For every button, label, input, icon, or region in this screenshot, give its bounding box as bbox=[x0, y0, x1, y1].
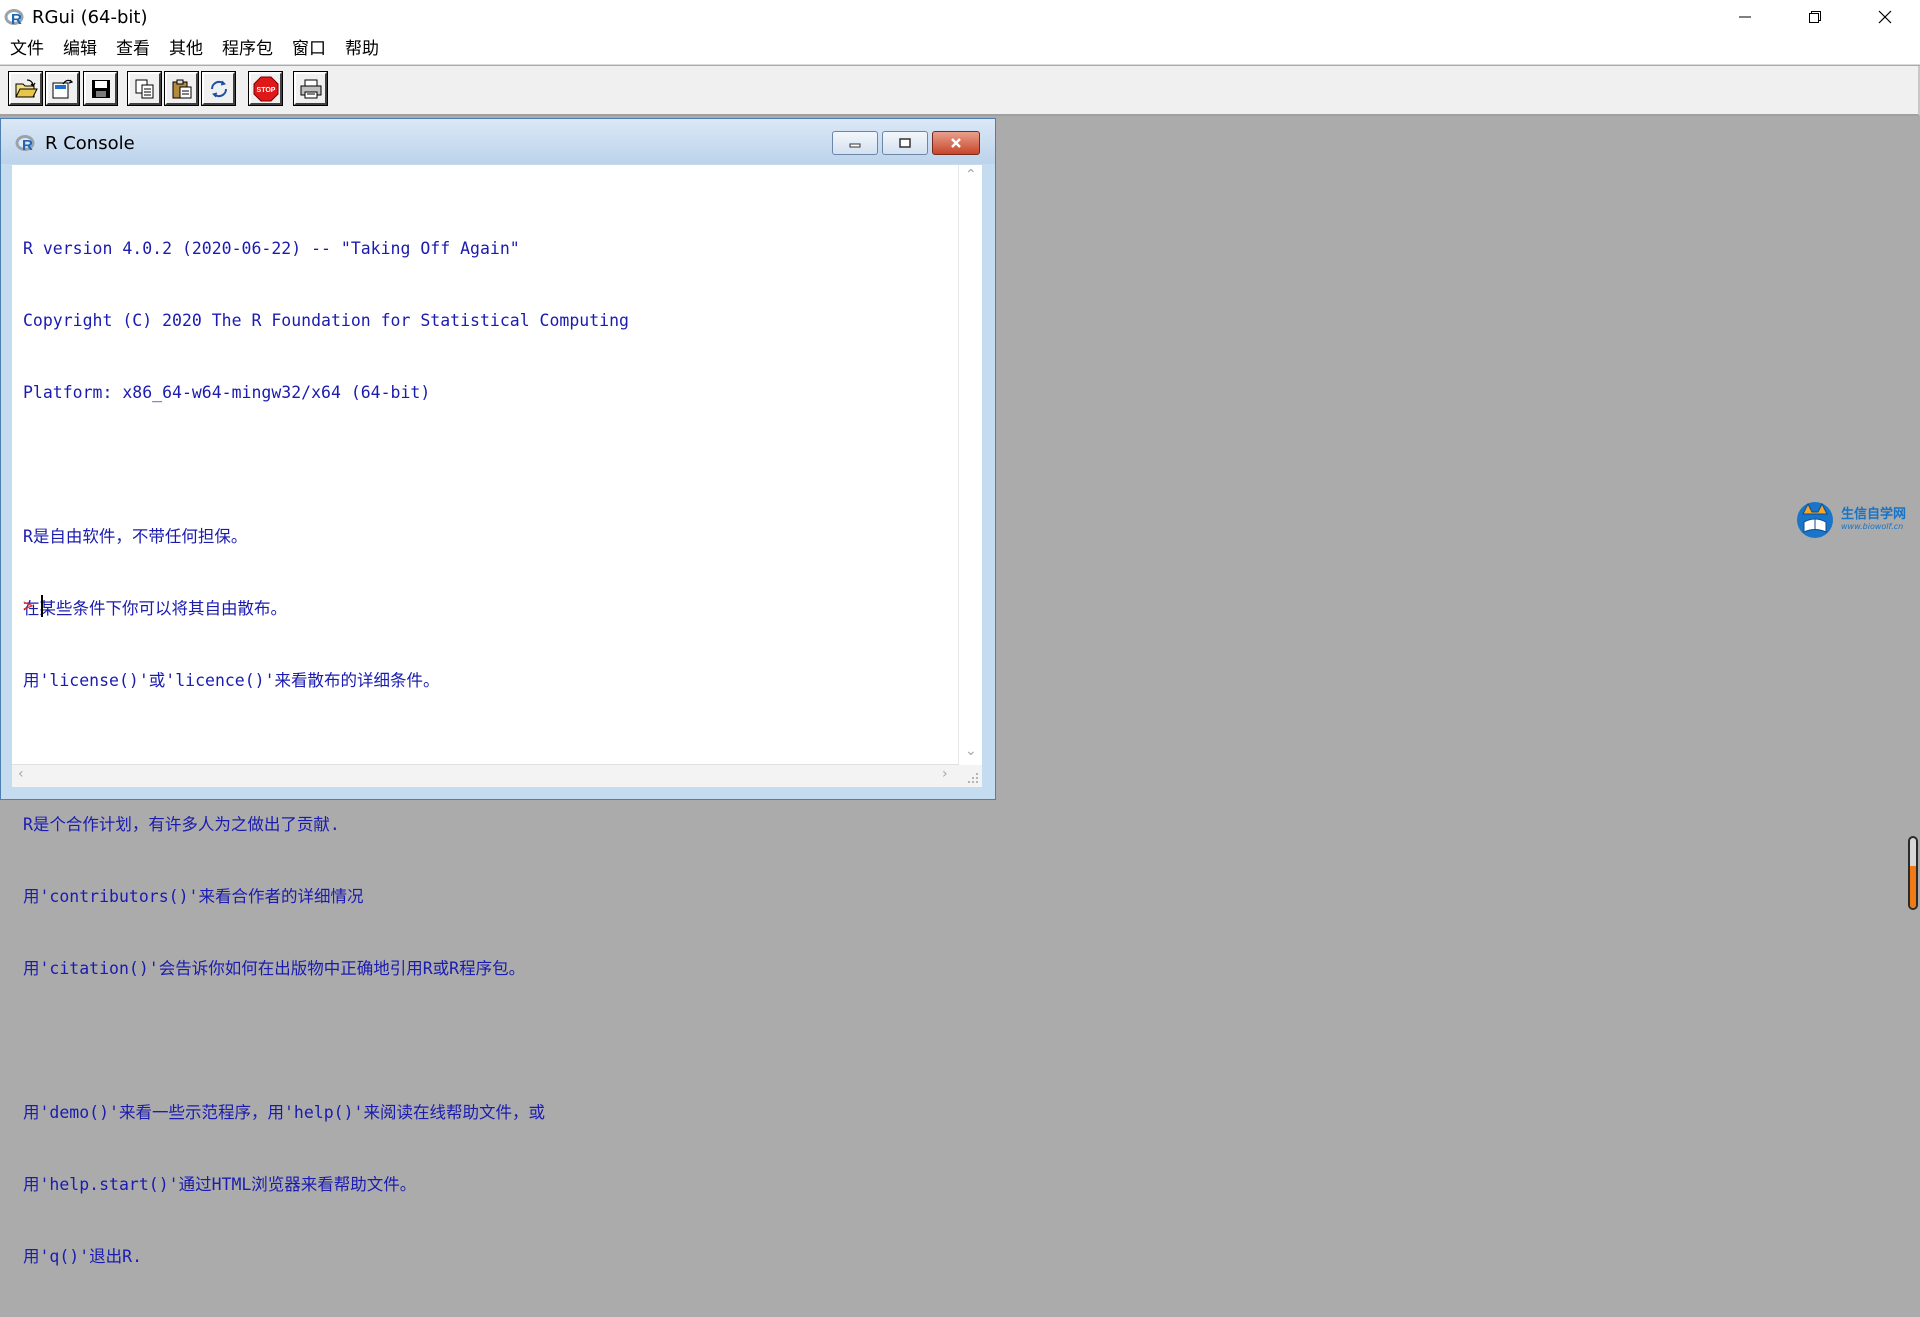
scroll-left-icon[interactable]: ‹ bbox=[18, 766, 24, 782]
menu-help[interactable]: 帮助 bbox=[335, 34, 388, 64]
copy-paste-button[interactable] bbox=[201, 71, 236, 106]
window-title: RGui (64-bit) bbox=[32, 6, 148, 28]
edge-slider-fill bbox=[1910, 866, 1916, 908]
menu-file[interactable]: 文件 bbox=[0, 34, 53, 64]
console-line: R version 4.0.2 (2020-06-22) -- "Taking … bbox=[23, 239, 520, 258]
console-line: 用'license()'或'licence()'来看散布的详细条件。 bbox=[23, 671, 440, 690]
console-line: Copyright (C) 2020 The R Foundation for … bbox=[23, 311, 629, 330]
resize-grip[interactable] bbox=[959, 765, 982, 787]
stop-button[interactable]: STOP bbox=[248, 71, 283, 106]
r-console-titlebar[interactable]: R R Console bbox=[1, 119, 995, 164]
stop-sign-icon: STOP bbox=[253, 76, 278, 101]
title-bar: R RGui (64-bit) bbox=[0, 0, 1920, 34]
save-workspace-button[interactable] bbox=[83, 71, 118, 106]
scroll-down-icon[interactable]: ⌄ bbox=[965, 743, 977, 759]
console-maximize-button[interactable] bbox=[882, 131, 928, 155]
paste-button[interactable] bbox=[164, 71, 199, 106]
console-output: R version 4.0.2 (2020-06-22) -- "Taking … bbox=[23, 189, 963, 1317]
scroll-up-icon[interactable]: ⌃ bbox=[965, 167, 977, 183]
copy-button[interactable] bbox=[127, 71, 162, 106]
console-output-area[interactable]: R version 4.0.2 (2020-06-22) -- "Taking … bbox=[12, 165, 982, 1266]
console-minimize-button[interactable] bbox=[832, 131, 878, 155]
edge-slider[interactable] bbox=[1908, 836, 1918, 910]
console-line: 在某些条件下你可以将其自由散布。 bbox=[23, 599, 287, 618]
svg-text:R: R bbox=[22, 137, 33, 153]
copy-icon bbox=[135, 79, 153, 98]
restore-icon bbox=[1809, 11, 1821, 23]
open-script-button[interactable] bbox=[8, 71, 43, 106]
load-workspace-icon bbox=[52, 79, 73, 98]
r-logo-icon: R bbox=[4, 6, 26, 28]
minimize-button[interactable] bbox=[1710, 0, 1780, 34]
paste-clipboard-icon bbox=[172, 79, 191, 98]
menu-edit[interactable]: 编辑 bbox=[53, 34, 106, 64]
scroll-right-icon[interactable]: › bbox=[942, 766, 948, 782]
console-line: Platform: x86_64-w64-mingw32/x64 (64-bit… bbox=[23, 383, 431, 402]
refresh-icon bbox=[210, 80, 227, 97]
save-disk-icon bbox=[91, 79, 110, 98]
r-console-title: R Console bbox=[45, 133, 135, 154]
watermark-url: www.biowolf.cn bbox=[1841, 521, 1904, 531]
close-button[interactable] bbox=[1850, 0, 1920, 34]
menu-windows[interactable]: 窗口 bbox=[282, 34, 335, 64]
maximize-icon bbox=[899, 138, 911, 148]
close-icon bbox=[1878, 10, 1892, 24]
open-folder-icon bbox=[14, 78, 38, 97]
console-line: 用'contributors()'来看合作者的详细情况 bbox=[23, 887, 364, 906]
horizontal-scrollbar[interactable]: ‹ › bbox=[12, 764, 959, 787]
menu-misc[interactable]: 其他 bbox=[159, 34, 212, 64]
minimize-icon bbox=[1739, 16, 1751, 18]
console-line: 用'q()'退出R. bbox=[23, 1247, 143, 1266]
console-line: 用'citation()'会告诉你如何在出版物中正确地引用R或R程序包。 bbox=[23, 959, 526, 978]
console-line: 用'demo()'来看一些示范程序，用'help()'来阅读在线帮助文件，或 bbox=[23, 1103, 545, 1122]
toolbar: STOP bbox=[0, 66, 1920, 116]
command-prompt[interactable]: > bbox=[23, 593, 44, 619]
text-cursor bbox=[41, 595, 44, 617]
minimize-icon bbox=[849, 143, 861, 148]
console-line: R是个合作计划，有许多人为之做出了贡献. bbox=[23, 815, 340, 834]
load-workspace-button[interactable] bbox=[45, 71, 80, 106]
wolf-book-logo-icon bbox=[1797, 502, 1833, 538]
watermark-text: 生信自学网 bbox=[1841, 506, 1907, 522]
r-logo-icon: R bbox=[15, 133, 37, 154]
prompt-symbol: > bbox=[23, 596, 34, 616]
menu-packages[interactable]: 程序包 bbox=[212, 34, 282, 64]
svg-text:R: R bbox=[11, 11, 22, 27]
printer-icon bbox=[300, 79, 321, 98]
console-line: R是自由软件，不带任何担保。 bbox=[23, 527, 248, 546]
resize-grip-icon bbox=[968, 773, 978, 783]
vertical-scrollbar[interactable]: ⌃ ⌄ bbox=[958, 165, 982, 765]
console-close-button[interactable] bbox=[932, 131, 980, 155]
r-console-window: R R Console R version 4.0.2 (2020-06-22)… bbox=[0, 118, 996, 1266]
restore-button[interactable] bbox=[1780, 0, 1850, 34]
close-icon bbox=[951, 138, 961, 148]
print-button[interactable] bbox=[293, 71, 328, 106]
svg-text:STOP: STOP bbox=[256, 87, 275, 94]
menu-bar: 文件 编辑 查看 其他 程序包 窗口 帮助 bbox=[0, 34, 1920, 65]
console-line: 用'help.start()'通过HTML浏览器来看帮助文件。 bbox=[23, 1175, 417, 1194]
watermark-logo: 生信自学网 www.biowolf.cn bbox=[1795, 496, 1913, 542]
menu-view[interactable]: 查看 bbox=[106, 34, 159, 64]
